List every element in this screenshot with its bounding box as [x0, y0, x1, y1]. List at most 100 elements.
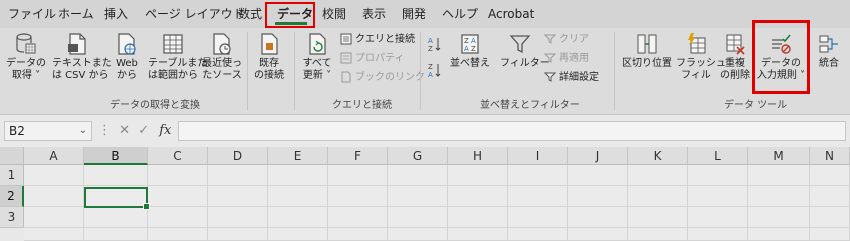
grid-cell[interactable]: [508, 186, 568, 207]
cancel-icon[interactable]: ✕: [119, 123, 130, 138]
menu-page-layout[interactable]: ページ レイアウト: [145, 0, 245, 28]
grid-cell[interactable]: [208, 186, 268, 207]
column-header[interactable]: A: [24, 147, 84, 165]
consolidate-button[interactable]: 統合: [812, 32, 846, 70]
grid-cell[interactable]: [328, 207, 388, 228]
grid-cell[interactable]: [448, 165, 508, 186]
column-header[interactable]: L: [688, 147, 748, 165]
grid-cell[interactable]: [268, 207, 328, 228]
row-header[interactable]: 1: [0, 165, 24, 186]
menu-view[interactable]: 表示: [362, 0, 386, 28]
grid-cell[interactable]: [388, 165, 448, 186]
table-range-button[interactable]: テーブルまた は範囲から: [148, 32, 207, 82]
grid-cell[interactable]: [84, 228, 148, 241]
fill-handle[interactable]: [143, 203, 150, 210]
grid-cell[interactable]: [810, 186, 850, 207]
grid-cell[interactable]: [388, 228, 448, 241]
grid-cell[interactable]: [688, 186, 748, 207]
sort-button[interactable]: ZAAZ 並べ替え: [448, 32, 492, 70]
column-header[interactable]: B: [84, 147, 148, 165]
grid-cell[interactable]: [568, 228, 628, 241]
grid-cell[interactable]: [148, 228, 208, 241]
grid-cell[interactable]: [688, 165, 748, 186]
column-header[interactable]: I: [508, 147, 568, 165]
menu-file[interactable]: ファイル: [8, 0, 56, 28]
chevron-down-icon[interactable]: ⌄: [79, 122, 87, 140]
grid-cell[interactable]: [508, 228, 568, 241]
properties-button[interactable]: プロパティ: [340, 51, 404, 67]
edit-links-button[interactable]: ブックのリンク: [340, 70, 425, 86]
recent-sources-button[interactable]: 最近使っ たソース: [200, 32, 244, 82]
grid-cell[interactable]: [568, 207, 628, 228]
grid-cell[interactable]: [448, 186, 508, 207]
column-header[interactable]: G: [388, 147, 448, 165]
grid-cell[interactable]: [568, 165, 628, 186]
grid-cell[interactable]: [448, 228, 508, 241]
select-all-corner[interactable]: [0, 147, 24, 165]
grid-cell[interactable]: [328, 228, 388, 241]
grid-cell[interactable]: [268, 186, 328, 207]
menu-acrobat[interactable]: Acrobat: [488, 0, 534, 28]
menu-home[interactable]: ホーム: [58, 0, 94, 28]
grid-cell[interactable]: [688, 207, 748, 228]
column-header[interactable]: F: [328, 147, 388, 165]
grid-cell[interactable]: [24, 186, 84, 207]
grid-cell[interactable]: [568, 186, 628, 207]
grid-cell[interactable]: [148, 207, 208, 228]
grid-cell[interactable]: [810, 165, 850, 186]
grid-cell[interactable]: [208, 207, 268, 228]
grid-cell[interactable]: [148, 165, 208, 186]
column-header[interactable]: M: [748, 147, 810, 165]
grid-cell[interactable]: [810, 207, 850, 228]
grid-cell[interactable]: [688, 228, 748, 241]
get-data-button[interactable]: データの 取得 ˅: [6, 32, 46, 82]
grid-cell[interactable]: [748, 186, 810, 207]
refresh-all-button[interactable]: すべて 更新 ˅: [298, 32, 336, 82]
grid-cell[interactable]: [208, 228, 268, 241]
grid-cell[interactable]: [24, 207, 84, 228]
grid-cell[interactable]: [748, 207, 810, 228]
row-header[interactable]: 3: [0, 207, 24, 228]
grid-cell[interactable]: [628, 228, 688, 241]
grid-cell[interactable]: [84, 165, 148, 186]
existing-connections-button[interactable]: 既存 の接続: [250, 32, 288, 82]
column-header[interactable]: N: [810, 147, 850, 165]
grid-cell[interactable]: [24, 228, 84, 241]
grid-cell[interactable]: [268, 165, 328, 186]
grid-cell[interactable]: [628, 186, 688, 207]
grid-cell[interactable]: [328, 186, 388, 207]
sort-az-button[interactable]: AZ: [428, 36, 445, 53]
grid-cell[interactable]: [328, 165, 388, 186]
reapply-button[interactable]: 再適用: [543, 51, 589, 67]
grid-cell[interactable]: [84, 207, 148, 228]
grid-cell[interactable]: [508, 207, 568, 228]
grid-cell[interactable]: [810, 228, 850, 241]
active-cell[interactable]: [84, 187, 150, 210]
filter-button[interactable]: フィルター: [500, 32, 550, 70]
grid-cell[interactable]: [388, 207, 448, 228]
advanced-filter-button[interactable]: 詳細設定: [543, 70, 599, 86]
formula-input[interactable]: [178, 121, 846, 141]
grid-cell[interactable]: [24, 165, 84, 186]
enter-icon[interactable]: ✓: [138, 123, 149, 138]
grid-cell[interactable]: [628, 207, 688, 228]
grid-cell[interactable]: [448, 207, 508, 228]
menu-review[interactable]: 校閲: [322, 0, 346, 28]
column-header[interactable]: C: [148, 147, 208, 165]
row-header[interactable]: 2: [0, 186, 24, 207]
grid-cell[interactable]: [208, 165, 268, 186]
grid-cell[interactable]: [628, 165, 688, 186]
web-button[interactable]: Web から: [110, 32, 144, 82]
grid-cell[interactable]: [148, 186, 208, 207]
name-box[interactable]: B2 ⌄: [4, 121, 92, 141]
menu-developer[interactable]: 開発: [402, 0, 426, 28]
grid-cell[interactable]: [268, 228, 328, 241]
text-csv-button[interactable]: テキストまた は CSV から: [52, 32, 112, 82]
column-header[interactable]: K: [628, 147, 688, 165]
column-header[interactable]: H: [448, 147, 508, 165]
grid-cell[interactable]: [748, 228, 810, 241]
text-to-columns-button[interactable]: 区切り位置: [622, 32, 672, 70]
column-header[interactable]: D: [208, 147, 268, 165]
more-icon[interactable]: ⋮: [98, 123, 111, 138]
sort-za-button[interactable]: ZA: [428, 62, 445, 79]
